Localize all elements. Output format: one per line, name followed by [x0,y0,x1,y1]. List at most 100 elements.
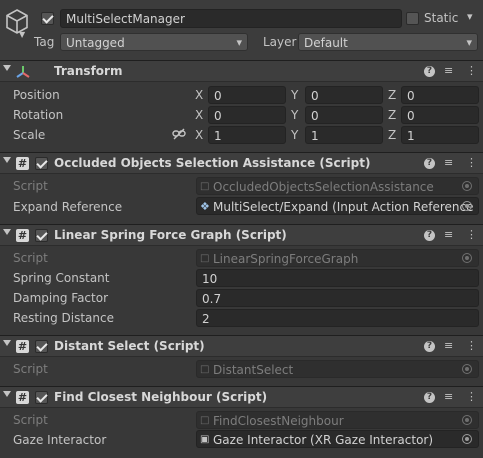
cube-icon [6,9,28,34]
script-reference-field: □ DistantSelect [196,360,479,378]
foldout-arrow-icon[interactable] [3,340,11,346]
scale-z-field[interactable]: 1 [401,126,479,144]
axis-y-label: Y [291,128,299,142]
rotation-label: Rotation [13,108,64,122]
transform-header[interactable]: Transform ? ≡ ⋮ [0,60,483,82]
script-file-icon: □ [200,181,210,192]
expand-reference-label: Expand Reference [13,200,123,214]
kebab-menu-icon[interactable]: ⋮ [466,64,477,77]
gameobject-header: ▼ MultiSelectManager Static ▾ Tag Untagg… [0,0,483,60]
position-y-field[interactable]: 0 [305,86,383,104]
foldout-arrow-icon[interactable] [3,65,11,71]
kebab-menu-icon[interactable]: ⋮ [466,390,477,403]
component-enabled-toggle[interactable] [35,157,48,170]
position-z-field[interactable]: 0 [401,86,479,104]
transform-body: Position X 0 Y 0 Z 0 Rotation X 0 Y 0 Z … [0,82,483,152]
axis-x-label: X [195,88,204,102]
script-label: Script [13,179,48,193]
script-label: Script [13,251,48,265]
object-name-field[interactable]: MultiSelectManager [60,9,402,28]
spring-constant-field[interactable]: 10 [196,269,479,287]
scale-x-field[interactable]: 1 [208,126,286,144]
rotation-z-field[interactable]: 0 [401,106,479,124]
foldout-arrow-icon[interactable] [3,157,11,163]
kebab-menu-icon[interactable]: ⋮ [466,228,477,241]
component-body-distant: Script □ DistantSelect [0,357,483,386]
static-dropdown-arrow-icon[interactable]: ▾ [467,10,473,23]
axis-z-label: Z [388,108,397,122]
component-title: Find Closest Neighbour (Script) [54,390,268,404]
component-body-spring: Script □ LinearSpringForceGraph Spring C… [0,246,483,334]
component-body-occluded: Script □ OccludedObjectsSelectionAssista… [0,174,483,224]
interactor-component-icon: ▣ [200,434,210,445]
axis-z-label: Z [388,88,397,102]
script-hash-icon: # [16,229,29,242]
axis-y-label: Y [291,88,299,102]
damping-factor-field[interactable]: 0.7 [196,289,479,307]
component-header-occluded[interactable]: # Occluded Objects Selection Assistance … [0,152,483,174]
help-icon[interactable]: ? [424,392,435,403]
script-hash-icon: # [16,391,29,404]
tag-label: Tag [34,35,55,49]
kebab-menu-icon[interactable]: ⋮ [466,339,477,352]
kebab-menu-icon[interactable]: ⋮ [466,156,477,169]
transform-title: Transform [54,64,123,78]
script-hash-icon: # [16,157,29,170]
layer-dropdown[interactable]: Default [298,33,478,51]
help-icon[interactable]: ? [424,158,435,169]
help-icon[interactable]: ? [424,341,435,352]
help-icon[interactable]: ? [424,230,435,241]
presets-sliders-icon[interactable]: ≡ [444,390,453,403]
rotation-y-field[interactable]: 0 [305,106,383,124]
static-label: Static [424,11,459,25]
component-enabled-toggle[interactable] [35,340,48,353]
target-icon[interactable] [462,434,472,444]
active-toggle[interactable] [41,12,54,25]
layer-label: Layer [263,35,297,49]
script-reference-field: □ LinearSpringForceGraph [196,249,479,267]
presets-sliders-icon[interactable]: ≡ [444,228,453,241]
gaze-interactor-value: Gaze Interactor (XR Gaze Interactor) [213,433,434,447]
rotation-x-field[interactable]: 0 [208,106,286,124]
script-reference-value: FindClosestNeighbour [213,414,344,428]
script-file-icon: □ [200,253,210,264]
component-header-neighbour[interactable]: # Find Closest Neighbour (Script) ? ≡ ⋮ [0,386,483,408]
resting-distance-label: Resting Distance [13,311,114,325]
scale-y-field[interactable]: 1 [305,126,383,144]
presets-sliders-icon[interactable]: ≡ [444,339,453,352]
script-label: Script [13,362,48,376]
gaze-interactor-field[interactable]: ▣ Gaze Interactor (XR Gaze Interactor) [196,430,479,448]
script-file-icon: □ [200,364,210,375]
position-label: Position [13,88,60,102]
target-icon[interactable] [462,201,472,211]
presets-sliders-icon[interactable]: ≡ [444,156,453,169]
presets-sliders-icon[interactable]: ≡ [444,64,453,77]
script-reference-value: DistantSelect [213,363,294,377]
component-enabled-toggle[interactable] [35,391,48,404]
component-header-spring[interactable]: # Linear Spring Force Graph (Script) ? ≡… [0,224,483,246]
tag-dropdown[interactable]: Untagged [60,33,248,51]
component-title: Occluded Objects Selection Assistance (S… [54,156,371,170]
expand-reference-value: MultiSelect/Expand (Input Action Referen… [213,200,474,214]
help-icon[interactable]: ? [424,66,435,77]
script-file-icon: □ [200,415,210,426]
resting-distance-field[interactable]: 2 [196,309,479,327]
axis-x-label: X [195,128,204,142]
component-enabled-toggle[interactable] [35,229,48,242]
transform-axes-icon [16,66,30,78]
gaze-interactor-label: Gaze Interactor [13,433,107,447]
input-action-icon: ❖ [200,200,210,213]
position-x-field[interactable]: 0 [208,86,286,104]
target-icon [462,253,472,263]
target-icon [462,415,472,425]
axis-z-label: Z [388,128,397,142]
component-body-neighbour: Script □ FindClosestNeighbour Gaze Inter… [0,408,483,458]
expand-reference-field[interactable]: ❖ MultiSelect/Expand (Input Action Refer… [196,197,479,215]
static-toggle[interactable] [406,12,419,25]
icon-dropdown-arrow-icon[interactable]: ▼ [19,30,25,39]
link-icon[interactable] [172,128,186,140]
foldout-arrow-icon[interactable] [3,229,11,235]
foldout-arrow-icon[interactable] [3,391,11,397]
component-header-distant[interactable]: # Distant Select (Script) ? ≡ ⋮ [0,335,483,357]
script-label: Script [13,413,48,427]
